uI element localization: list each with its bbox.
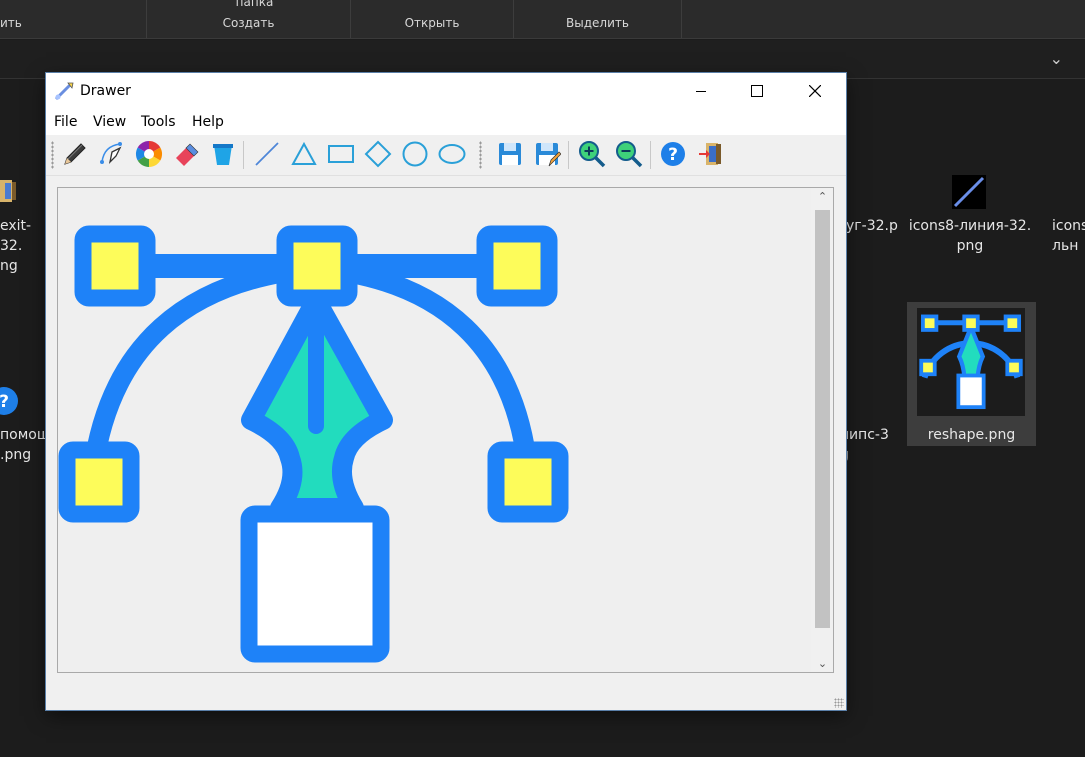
toolbar-grip[interactable] (51, 141, 54, 169)
circle-icon (402, 141, 428, 167)
rectangle-tool-button[interactable] (325, 138, 357, 170)
file-name: icons (1052, 218, 1085, 234)
save-as-button[interactable] (531, 138, 563, 170)
ribbon-group-select[interactable]: Выделить (514, 0, 682, 38)
file-partial[interactable]: icons льн (1052, 216, 1085, 256)
bezier-tool-button[interactable] (96, 138, 128, 170)
file-name: exit-32. (0, 218, 32, 254)
reshape-thumbnail (917, 308, 1025, 416)
menu-tools[interactable]: Tools (141, 114, 176, 130)
help-button[interactable]: ? (657, 138, 689, 170)
eraser-icon (176, 143, 199, 166)
file-circle[interactable]: уг-32.р (846, 216, 898, 236)
exit-file-icon[interactable] (0, 178, 18, 208)
file-name: png (956, 238, 984, 254)
toolbar-separator (650, 141, 651, 169)
line-icon (255, 142, 279, 166)
drawing-canvas[interactable]: ⌃ ⌄ (57, 187, 834, 673)
toolbar-separator (568, 141, 569, 169)
chevron-down-icon[interactable]: ⌄ (1050, 49, 1063, 68)
rectangle-icon (328, 145, 354, 163)
ellipse-icon (438, 144, 466, 164)
ribbon-group-1[interactable]: ить (0, 0, 147, 38)
file-name: уг-32.р (846, 218, 898, 234)
save-button[interactable] (494, 138, 526, 170)
file-name: reshape.png (927, 427, 1016, 443)
minimize-button[interactable] (678, 73, 724, 109)
triangle-tool-button[interactable] (288, 138, 320, 170)
diamond-icon (364, 140, 392, 168)
resize-grip[interactable] (834, 698, 844, 708)
exit-button[interactable] (694, 138, 726, 170)
eraser-tool-button[interactable] (170, 138, 202, 170)
vertical-scrollbar[interactable]: ⌃ ⌄ (811, 188, 833, 672)
color-wheel-icon (135, 140, 163, 168)
close-icon (809, 85, 821, 97)
color-tool-button[interactable] (133, 138, 165, 170)
toolbar: ? (46, 135, 846, 176)
file-line[interactable]: icons8-линия-32. png (905, 216, 1035, 256)
window-title: Drawer (80, 83, 131, 99)
scrollbar-thumb[interactable] (815, 210, 830, 628)
line-tool-button[interactable] (251, 138, 283, 170)
exit-icon (699, 143, 721, 165)
scroll-up-arrow-icon[interactable]: ⌃ (815, 190, 830, 203)
maximize-icon (751, 85, 763, 97)
file-reshape-selected[interactable]: reshape.png (907, 302, 1036, 446)
zoom-out-icon (616, 141, 643, 168)
file-name: icons8-линия-32. (908, 218, 1032, 234)
file-name: льн (1052, 238, 1079, 254)
app-pen-icon (54, 81, 74, 105)
ribbon-group-create[interactable]: папка Создать (147, 0, 351, 38)
toolbar-grip[interactable] (479, 141, 482, 169)
zoom-out-button[interactable] (613, 138, 645, 170)
ribbon-group-label: ить (0, 16, 22, 30)
bezier-pen-icon (100, 142, 122, 164)
close-button[interactable] (792, 73, 838, 109)
drawer-window: Drawer File View Tools Help ? ⌃ ⌄ (46, 73, 846, 710)
ribbon-group-label: Выделить (566, 16, 629, 30)
menu-file[interactable]: File (54, 114, 77, 130)
menu-view[interactable]: View (93, 114, 126, 130)
zoom-in-icon (579, 141, 606, 168)
explorer-ribbon: ить папка Создать Открыть Выделить (0, 0, 1085, 39)
triangle-icon (291, 141, 317, 165)
ellipse-tool-button[interactable] (436, 138, 468, 170)
file-exit[interactable]: exit-32. ng (0, 216, 50, 276)
svg-text:?: ? (668, 145, 678, 165)
ribbon-group-open[interactable]: Открыть (351, 0, 514, 38)
pencil-icon (64, 143, 86, 165)
title-bar[interactable]: Drawer (46, 73, 846, 109)
fill-tool-button[interactable] (207, 138, 239, 170)
svg-text:?: ? (0, 392, 9, 412)
ribbon-group-label: Открыть (404, 16, 460, 30)
menu-help[interactable]: Help (192, 114, 224, 130)
menu-bar: File View Tools Help (46, 109, 846, 135)
help-file-icon[interactable]: ? (0, 386, 20, 420)
scroll-down-arrow-icon[interactable]: ⌄ (815, 657, 830, 670)
file-name: g (840, 445, 900, 465)
reshape-drawing (58, 225, 569, 663)
file-name: липс-3 (840, 427, 889, 443)
bucket-icon (213, 144, 233, 165)
maximize-button[interactable] (734, 73, 780, 109)
zoom-in-button[interactable] (576, 138, 608, 170)
minimize-icon (696, 91, 706, 92)
help-icon: ? (661, 142, 685, 166)
diamond-tool-button[interactable] (362, 138, 394, 170)
circle-tool-button[interactable] (399, 138, 431, 170)
save-as-icon (536, 143, 561, 167)
line-file-thumbnail[interactable] (952, 175, 986, 213)
file-name: ng (0, 258, 18, 274)
toolbar-separator (243, 141, 244, 169)
save-icon (499, 143, 521, 165)
pencil-tool-button[interactable] (59, 138, 91, 170)
ribbon-group-label: Создать (222, 16, 275, 30)
file-ellipse[interactable]: липс-3 g (840, 425, 900, 465)
